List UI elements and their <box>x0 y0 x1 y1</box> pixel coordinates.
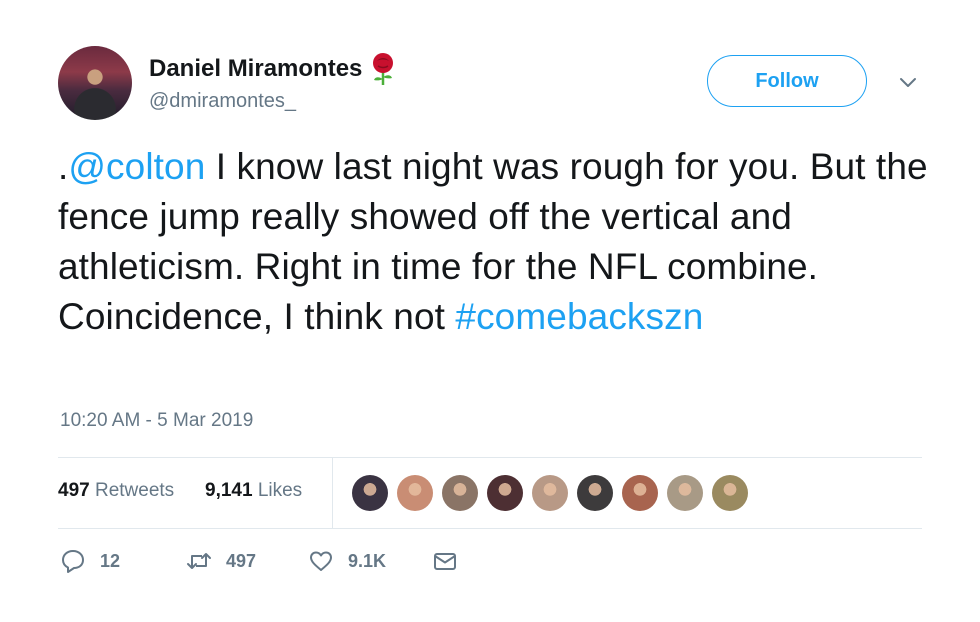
tweet-text-segment: . <box>58 146 69 187</box>
reply-icon <box>62 550 84 573</box>
tweet-stats: 497 Retweets 9,141 Likes <box>58 458 922 528</box>
avatar[interactable] <box>58 46 132 120</box>
tweet-text: .@colton I know last night was rough for… <box>58 142 938 342</box>
liker-avatar[interactable] <box>352 475 388 511</box>
liker-avatar[interactable] <box>622 475 658 511</box>
retweet-button[interactable]: 497 <box>186 548 256 574</box>
chevron-down-icon[interactable] <box>898 72 918 92</box>
heart-icon <box>310 551 332 571</box>
user-handle[interactable]: @dmiramontes_ <box>149 90 296 113</box>
liker-avatar[interactable] <box>487 475 523 511</box>
liker-avatar[interactable] <box>712 475 748 511</box>
display-name[interactable]: Daniel Miramontes <box>149 55 362 83</box>
divider <box>58 528 922 529</box>
liker-avatar[interactable] <box>532 475 568 511</box>
envelope-icon <box>434 553 456 570</box>
likes-label: Likes <box>257 480 303 501</box>
direct-message-button[interactable] <box>432 548 458 574</box>
retweets-stat[interactable]: 497 Retweets <box>58 480 174 502</box>
retweets-count: 497 <box>58 480 90 501</box>
liker-avatar[interactable] <box>667 475 703 511</box>
tweet-timestamp[interactable]: 10:20 AM - 5 Mar 2019 <box>60 410 253 432</box>
stats-divider <box>332 458 333 528</box>
rose-icon <box>373 53 394 85</box>
like-button[interactable]: 9.1K <box>308 548 386 574</box>
likes-stat[interactable]: 9,141 Likes <box>205 480 302 502</box>
likes-count: 9,141 <box>205 480 253 501</box>
liker-avatar[interactable] <box>397 475 433 511</box>
tweet-header: Daniel Miramontes @dmiramontes_ Follow <box>58 46 938 126</box>
mention-link[interactable]: @colton <box>68 146 205 187</box>
liker-avatar[interactable] <box>442 475 478 511</box>
liker-avatars <box>352 475 757 511</box>
hashtag-link[interactable]: #comebackszn <box>455 296 703 337</box>
follow-button[interactable]: Follow <box>707 55 867 107</box>
retweet-icon <box>187 553 211 569</box>
liker-avatar[interactable] <box>577 475 613 511</box>
retweets-label: Retweets <box>94 480 175 501</box>
name-row: Daniel Miramontes <box>149 52 398 86</box>
reply-count: 12 <box>100 550 121 571</box>
retweet-count: 497 <box>226 550 257 571</box>
reply-button[interactable]: 12 <box>60 548 120 574</box>
like-count: 9.1K <box>348 550 387 571</box>
